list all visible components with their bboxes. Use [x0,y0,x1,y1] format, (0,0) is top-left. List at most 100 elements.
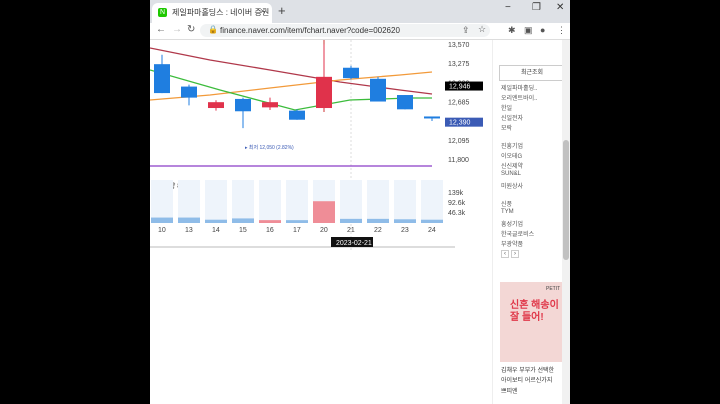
volume-bg-bar [394,180,416,223]
candle-body[interactable] [424,116,440,119]
candle-body[interactable] [181,86,197,98]
volume-tick-label: 92.6k [448,200,466,207]
price-tick-label: 11,800 [448,157,469,164]
sidebar-item-theme[interactable]: SUN&L [501,171,521,177]
volume-tick-label: 46.3k [448,210,466,217]
candle-body[interactable] [208,102,224,109]
sidebar-item-theme2[interactable]: 흥성기업 [501,219,523,228]
page-content: ▸ 최저 12,050 (2.82%) 거래량 8,726139k92.6k46… [150,40,570,404]
sidebar-item-theme2[interactable]: 한국글로비스 [501,229,534,238]
back-icon[interactable]: ← [156,24,166,36]
volume-bg-bar [178,180,200,223]
ad-caption-3[interactable]: 쁘띠엔 [501,386,518,395]
bookmark-star-icon[interactable]: ☆ [478,24,486,35]
tab-close-icon[interactable]: × [260,6,265,16]
sidebar-item-theme2[interactable]: 부광약품 [501,239,523,248]
date-tick-label: 14 [212,227,220,234]
sidebar-item-theme2[interactable]: 신풍 [501,199,512,208]
date-tick-label: 10 [158,227,166,234]
volume-bar[interactable] [313,201,335,223]
date-tick-label: 16 [266,227,274,234]
scrollbar-thumb[interactable] [563,140,569,260]
share-icon[interactable]: ⇪ [462,25,470,36]
browser-window: N 제일파마홀딩스 : 네이버 증권 × + − ❐ ✕ ← → ↻ 🔒 fin… [150,0,570,404]
candle-body[interactable] [289,110,305,120]
sidepanel-icon[interactable]: ▣ [524,25,533,36]
volume-bg-bar [367,180,389,223]
volume-bg-bar [421,180,443,223]
sidebar-item-recent[interactable]: 제일파마홀딩.. [501,83,537,92]
sidebar-pager-button[interactable]: › [511,250,519,258]
candle-body[interactable] [343,67,359,79]
naver-favicon-icon: N [158,8,167,17]
ad-banner[interactable]: PETIT 신혼 해송이 잘 들어! [500,282,562,362]
volume-bg-bar [340,180,362,223]
reload-icon[interactable]: ↻ [187,24,195,36]
ad-badge: PETIT [546,286,561,292]
low-price-label: 12,390 [449,120,471,127]
ad-caption-1[interactable]: 김채우 부부가 선택한 [501,365,554,374]
volume-bar[interactable] [178,217,200,223]
candle-body[interactable] [370,78,386,102]
sidebar-item-recent[interactable]: 모락 [501,123,512,132]
date-tick-label: 17 [293,227,301,234]
address-bar[interactable]: 🔒 finance.naver.com/item/fchart.naver?co… [200,24,490,37]
volume-bg-bar [151,180,173,223]
maximize-button[interactable]: ❐ [532,2,541,13]
url-text[interactable]: finance.naver.com/item/fchart.naver?code… [220,26,400,35]
profile-avatar-icon[interactable]: ● [540,25,545,35]
price-tick-label: 13,570 [448,42,470,49]
sidebar: 최근조회 제일파마홀딩.. 오리엔트바이.. 한일 신일전자 모락진흥기업 이오테G 신신제… [492,40,570,404]
candle-body[interactable] [154,64,170,94]
volume-bar[interactable] [421,219,443,223]
chart-svg[interactable]: ▸ 최저 12,050 (2.82%) 거래량 8,726139k92.6k46… [150,40,490,404]
ad-caption-2[interactable]: 아이보티 어르신가지 [501,375,552,384]
date-tick-label: 24 [428,227,436,234]
browser-toolbar: ← → ↻ 🔒 finance.naver.com/item/fchart.na… [150,23,570,40]
volume-bg-bar [286,180,308,223]
close-window-button[interactable]: ✕ [556,2,564,13]
low-annotation: ▸ 최저 12,050 (2.82%) [245,144,294,151]
recent-header[interactable]: 최근조회 [499,65,565,81]
ad-headline: 신혼 해송이 잘 들어! [510,300,559,323]
tab-strip: N 제일파마홀딩스 : 네이버 증권 × + − ❐ ✕ [150,0,570,23]
sidebar-item-recent[interactable]: 한일 [501,103,512,112]
date-tick-label: 22 [374,227,382,234]
sidebar-item-recent[interactable]: 신일전자 [501,113,523,122]
tab-active[interactable]: N 제일파마홀딩스 : 네이버 증권 × [152,3,272,23]
volume-bg-bar [232,180,254,223]
date-tick-label: 23 [401,227,409,234]
price-tick-label: 13,275 [448,61,470,68]
new-tab-button[interactable]: + [278,4,286,17]
minimize-button[interactable]: − [505,2,511,13]
sidebar-item-theme[interactable]: 신신제약 [501,161,523,170]
extensions-icon[interactable]: ✱ [508,25,516,36]
volume-bg-bar [259,180,281,223]
volume-bar[interactable] [151,217,173,223]
forward-icon[interactable]: → [172,24,182,36]
date-tick-label: 13 [185,227,193,234]
candle-body[interactable] [316,76,332,109]
sidebar-item-theme2[interactable]: TYM [501,209,514,215]
candle-body[interactable] [397,95,413,110]
volume-bar[interactable] [232,218,254,223]
menu-icon[interactable]: ⋮ [557,25,566,36]
candle-body[interactable] [235,98,251,112]
volume-bar[interactable] [286,220,308,223]
sidebar-item-theme[interactable]: 이오테G [501,151,522,160]
price-tick-label: 12,095 [448,138,470,145]
volume-tick-label: 139k [448,190,464,197]
volume-bar[interactable] [205,219,227,223]
candle-body[interactable] [262,102,278,108]
volume-bar[interactable] [259,220,281,223]
sidebar-pager-button[interactable]: ‹ [501,250,509,258]
stock-chart[interactable]: ▸ 최저 12,050 (2.82%) 거래량 8,726139k92.6k46… [150,40,490,404]
volume-bar[interactable] [394,219,416,223]
page-scrollbar[interactable] [562,40,570,404]
sidebar-item-recent[interactable]: 오리엔트바이.. [501,93,537,102]
selected-date-label: 2023-02-21 [336,240,372,247]
sidebar-item-theme[interactable]: 진흥기업 [501,141,523,150]
volume-bar[interactable] [340,218,362,223]
sidebar-item-theme[interactable]: 미원상사 [501,181,523,190]
volume-bar[interactable] [367,218,389,223]
